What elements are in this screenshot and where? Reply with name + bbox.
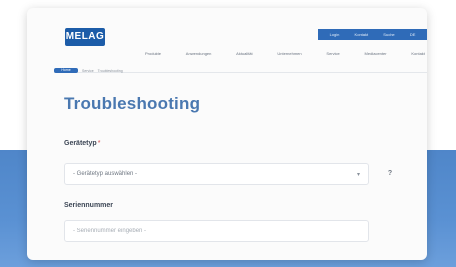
nav-item-contact[interactable]: Kontakt [411, 51, 425, 56]
nav-item-products[interactable]: Produkte [145, 51, 161, 56]
device-type-label: Gerätetyp* [64, 140, 101, 147]
main-navigation: Produkte Anwendungen Aktualität Unterneh… [145, 49, 425, 57]
required-marker: * [97, 140, 101, 147]
breadcrumb-item-service[interactable]: Service [82, 69, 94, 73]
melag-logo[interactable]: MELAG [65, 28, 105, 46]
serial-number-label: Seriennummer [64, 202, 114, 209]
breadcrumb: Home Service Troubleshooting [54, 67, 123, 74]
breadcrumb-item-current: Troubleshooting [97, 68, 123, 73]
nav-item-news[interactable]: Aktualität [236, 51, 252, 56]
nav-item-company[interactable]: Unternehmen [277, 51, 301, 56]
utility-link-search[interactable]: Suche [383, 32, 394, 37]
utility-bar: Login Kontakt Suche DE [318, 29, 427, 40]
utility-link-contact[interactable]: Kontakt [355, 32, 369, 37]
nav-item-service[interactable]: Service [326, 51, 339, 56]
nav-item-mediacenter[interactable]: Mediacenter [365, 51, 387, 56]
nav-item-applications[interactable]: Anwendungen [186, 51, 212, 56]
device-type-selected-value: - Gerätetyp auswählen - [73, 171, 138, 177]
device-type-select[interactable]: - Gerätetyp auswählen - ▾ [64, 163, 369, 185]
chevron-down-icon: ▾ [356, 171, 360, 178]
serial-number-input[interactable] [64, 220, 369, 242]
help-icon[interactable]: ? [384, 167, 396, 179]
utility-link-login[interactable]: Login [330, 32, 340, 37]
page-card: MELAG Login Kontakt Suche DE Produkte An… [27, 8, 427, 260]
language-switcher[interactable]: DE [410, 32, 416, 37]
breadcrumb-home[interactable]: Home [54, 68, 78, 73]
page-title: Troubleshooting [64, 94, 201, 113]
